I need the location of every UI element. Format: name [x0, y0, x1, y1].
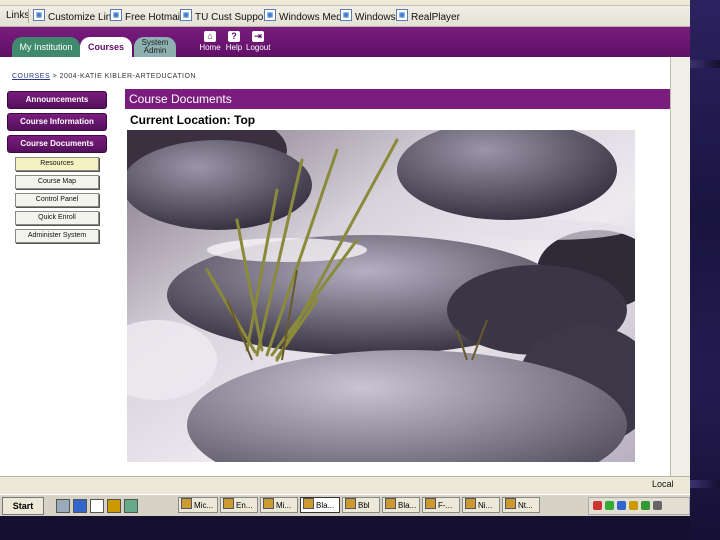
task-label: Mi... — [276, 501, 292, 510]
nav-sub-control-panel[interactable]: Control Panel — [15, 193, 99, 207]
stream-rocks-photo — [127, 130, 635, 462]
task-button[interactable]: Ni... — [462, 497, 500, 513]
link-label: RealPlayer — [411, 12, 460, 23]
desktop-icon[interactable] — [56, 499, 70, 513]
breadcrumb-separator: > — [52, 73, 58, 80]
link-label: Windows Media — [279, 12, 350, 23]
nav-sub-course-map[interactable]: Course Map — [15, 175, 99, 189]
link-tu-cust-support[interactable]: TU Cust Support — [180, 9, 269, 23]
tray-icon[interactable] — [605, 501, 614, 510]
task-label: Mic... — [194, 501, 214, 510]
tray-icon[interactable] — [617, 501, 626, 510]
tab-my-institution[interactable]: My Institution — [12, 37, 80, 57]
ie-page-icon — [264, 9, 276, 21]
task-label: Bla... — [398, 501, 417, 510]
link-free-hotmail[interactable]: Free Hotmail — [110, 9, 182, 23]
decor-band — [690, 480, 720, 488]
status-bar: Local — [0, 476, 690, 495]
blackboard-header: My Institution Courses System Admin ⌂ Ho… — [0, 27, 690, 57]
task-button[interactable]: F-... — [422, 497, 460, 513]
task-button[interactable]: Nt... — [502, 497, 540, 513]
task-label: Nt... — [518, 501, 533, 510]
breadcrumb-link-courses[interactable]: COURSES — [12, 73, 50, 80]
nav-course-documents[interactable]: Course Documents — [7, 135, 107, 153]
task-label: Bbl — [358, 501, 370, 510]
tray-icon[interactable] — [653, 501, 662, 510]
task-button-active[interactable]: Bla... — [300, 497, 340, 513]
task-button[interactable]: Bla... — [382, 497, 420, 513]
task-label: En... — [236, 501, 253, 510]
nav-sub-quick-enroll[interactable]: Quick Enroll — [15, 211, 99, 225]
tab-system-admin[interactable]: System Admin — [134, 37, 176, 57]
links-label: Links — [6, 10, 30, 21]
ie-page-icon — [110, 9, 122, 21]
vertical-scrollbar[interactable] — [670, 57, 690, 476]
links-toolbar: Links Customize Links Free Hotmail TU Cu… — [0, 0, 690, 27]
task-label: Bla... — [316, 501, 335, 510]
link-realplayer[interactable]: RealPlayer — [396, 9, 460, 23]
link-customize-links[interactable]: Customize Links — [33, 9, 121, 23]
link-windows-media[interactable]: Windows Media — [264, 9, 350, 23]
home-icon: ⌂ — [204, 31, 216, 42]
nav-sub-resources[interactable]: Resources — [15, 157, 99, 171]
nav-sub-administer-system[interactable]: Administer System — [15, 229, 99, 243]
help-label: Help — [225, 43, 243, 52]
ie-page-icon — [396, 9, 408, 21]
tray-icon[interactable] — [629, 501, 638, 510]
ie-page-icon — [340, 9, 352, 21]
desktop-edge — [690, 0, 720, 540]
app-icon — [223, 498, 234, 509]
logout-button[interactable]: ⇥ Logout — [246, 31, 270, 52]
nav-announcements[interactable]: Announcements — [7, 91, 107, 109]
logout-label: Logout — [246, 43, 271, 52]
decor-band — [690, 60, 720, 68]
address-bar-edge — [0, 0, 690, 6]
page-title: Course Documents — [125, 89, 690, 109]
help-icon: ? — [228, 31, 240, 42]
outlook-icon[interactable] — [90, 499, 104, 513]
tray-icon[interactable] — [641, 501, 650, 510]
link-label: Free Hotmail — [125, 12, 183, 23]
start-button[interactable]: Start — [2, 497, 44, 515]
content-area: COURSES > 2004-KATIE KIBLER-ARTEDUCATION… — [0, 57, 690, 476]
ie-page-icon — [180, 9, 192, 21]
app-icon — [505, 498, 516, 509]
current-location: Current Location: Top — [130, 113, 256, 127]
media-icon[interactable] — [107, 499, 121, 513]
ie-icon[interactable] — [73, 499, 87, 513]
system-tray — [588, 497, 690, 515]
browser-window: Links Customize Links Free Hotmail TU Cu… — [0, 0, 690, 540]
ie-page-icon — [33, 9, 45, 21]
task-label: F-... — [438, 501, 453, 510]
home-label: Home — [199, 43, 221, 52]
windows-taskbar: Start Mic... En... Mi... Bla... Bbl Bla.… — [0, 494, 690, 517]
breadcrumb: COURSES > 2004-KATIE KIBLER-ARTEDUCATION — [12, 73, 196, 80]
app-icon — [465, 498, 476, 509]
app-icon[interactable] — [124, 499, 138, 513]
link-windows[interactable]: Windows — [340, 9, 396, 23]
link-label: Windows — [355, 12, 396, 23]
security-zone: Local — [652, 479, 674, 489]
app-icon — [385, 498, 396, 509]
logout-icon: ⇥ — [252, 31, 264, 42]
nav-course-information[interactable]: Course Information — [7, 113, 107, 131]
home-button[interactable]: ⌂ Home — [198, 31, 222, 52]
app-icon — [303, 498, 314, 509]
app-icon — [345, 498, 356, 509]
breadcrumb-current: 2004-KATIE KIBLER-ARTEDUCATION — [59, 73, 196, 80]
app-icon — [263, 498, 274, 509]
app-icon — [425, 498, 436, 509]
tray-icon[interactable] — [593, 501, 602, 510]
app-icon — [181, 498, 192, 509]
task-button[interactable]: En... — [220, 497, 258, 513]
task-button[interactable]: Bbl — [342, 497, 380, 513]
link-label: TU Cust Support — [195, 12, 270, 23]
task-button[interactable]: Mic... — [178, 497, 218, 513]
toolbar-divider — [28, 9, 29, 23]
tab-courses[interactable]: Courses — [80, 37, 132, 57]
task-label: Ni... — [478, 501, 493, 510]
task-button[interactable]: Mi... — [260, 497, 298, 513]
help-button[interactable]: ? Help — [222, 31, 246, 52]
desktop-edge — [0, 516, 690, 540]
